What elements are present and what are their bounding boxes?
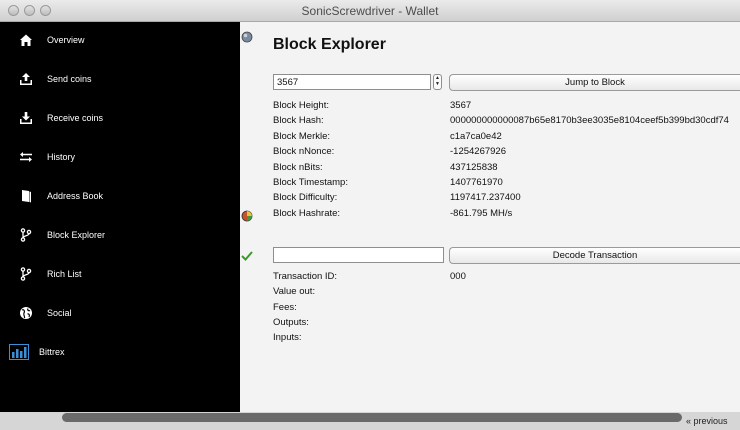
title-bar: SonicScrewdriver - Wallet xyxy=(0,0,740,22)
sidebar-item-block-explorer[interactable]: Block Explorer xyxy=(0,217,240,253)
sidebar-item-receive-coins[interactable]: Receive coins xyxy=(0,100,240,136)
block-nnonce-value: -1254267926 xyxy=(450,146,506,157)
fees-label: Fees: xyxy=(273,302,297,313)
download-icon xyxy=(17,109,35,127)
sidebar-item-social[interactable]: Social xyxy=(0,295,240,331)
previous-link[interactable]: « previous xyxy=(686,416,728,426)
block-hashrate-value: -861.795 MH/s xyxy=(450,208,513,219)
sidebar-item-label: Receive coins xyxy=(47,113,104,123)
book-icon xyxy=(17,187,35,205)
block-difficulty-value: 1197417.237400 xyxy=(450,192,521,203)
sidebar-item-label: Bittrex xyxy=(39,347,65,357)
wallet-window: SonicScrewdriver - Wallet Overview Send … xyxy=(0,0,740,412)
block-hash-value: 000000000000087b65e8170b3ee3035e8104ceef… xyxy=(450,115,729,126)
value-out-label: Value out: xyxy=(273,286,316,297)
horizontal-scrollbar[interactable] xyxy=(62,413,682,422)
block-merkle-value: c1a7ca0e42 xyxy=(450,131,502,142)
home-icon xyxy=(17,31,35,49)
sidebar-item-bittrex[interactable]: Bittrex xyxy=(0,334,240,370)
transaction-id-label: Transaction ID: xyxy=(273,271,338,282)
block-height-label: Block Height: xyxy=(273,100,329,111)
block-nbits-value: 437125838 xyxy=(450,162,498,173)
sidebar-item-label: Send coins xyxy=(47,74,92,84)
decode-transaction-button[interactable]: Decode Transaction xyxy=(449,247,740,264)
sidebar-item-label: History xyxy=(47,152,76,162)
network-status-icon xyxy=(241,30,253,48)
sidebar-item-address-book[interactable]: Address Book xyxy=(0,178,240,214)
block-height-value: 3567 xyxy=(450,100,472,111)
globe-icon xyxy=(17,304,35,322)
sidebar-item-label: Address Book xyxy=(47,191,104,201)
sidebar-item-overview[interactable]: Overview xyxy=(0,22,240,58)
branch-icon xyxy=(17,226,35,244)
block-explorer-panel: Block Explorer ▲▼ Jump to Block Block He… xyxy=(240,22,740,412)
staking-status-icon xyxy=(241,209,253,227)
checkmark-icon xyxy=(241,248,253,266)
transaction-id-value: 000 xyxy=(450,271,466,282)
sidebar: Overview Send coins Receive coins Histor… xyxy=(0,22,240,412)
block-number-input[interactable] xyxy=(273,74,431,90)
block-timestamp-value: 1407761970 xyxy=(450,177,503,188)
block-difficulty-label: Block Difficulty: xyxy=(273,192,338,203)
page-title: Block Explorer xyxy=(273,36,386,53)
sidebar-item-send-coins[interactable]: Send coins xyxy=(0,61,240,97)
outputs-label: Outputs: xyxy=(273,317,309,328)
inputs-label: Inputs: xyxy=(273,332,302,343)
block-hash-label: Block Hash: xyxy=(273,115,324,126)
block-timestamp-label: Block Timestamp: xyxy=(273,177,348,188)
chevron-down-icon: ▼ xyxy=(435,81,440,87)
jump-to-block-button[interactable]: Jump to Block xyxy=(449,74,740,91)
block-nbits-label: Block nBits: xyxy=(273,162,323,173)
block-number-stepper[interactable]: ▲ ▼ xyxy=(433,74,442,90)
sidebar-item-label: Overview xyxy=(47,35,85,45)
block-hashrate-label: Block Hashrate: xyxy=(273,208,341,219)
sidebar-item-label: Social xyxy=(47,308,72,318)
transaction-id-input[interactable] xyxy=(273,247,444,263)
branch-icon xyxy=(17,265,35,283)
block-nnonce-label: Block nNonce: xyxy=(273,146,335,157)
block-merkle-label: Block Merkle: xyxy=(273,131,331,142)
upload-icon xyxy=(17,70,35,88)
bar-chart-icon xyxy=(9,343,29,361)
window-title: SonicScrewdriver - Wallet xyxy=(301,4,439,18)
sidebar-item-rich-list[interactable]: Rich List xyxy=(0,256,240,292)
sidebar-item-history[interactable]: History xyxy=(0,139,240,175)
sidebar-item-label: Block Explorer xyxy=(47,230,106,240)
transfer-arrows-icon xyxy=(17,148,35,166)
sidebar-item-label: Rich List xyxy=(47,269,82,279)
